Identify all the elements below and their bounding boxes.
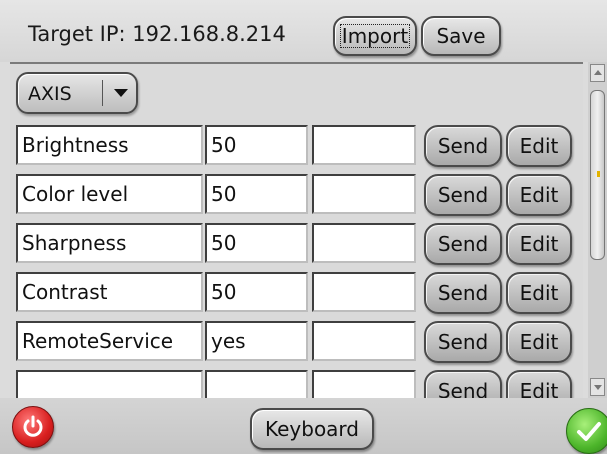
- keyboard-button-label: Keyboard: [264, 417, 359, 441]
- row-extra-field[interactable]: [312, 223, 416, 263]
- send-button[interactable]: Send: [424, 223, 502, 265]
- edit-button[interactable]: Edit: [506, 370, 572, 400]
- device-type-dropdown[interactable]: AXIS: [16, 72, 138, 114]
- row-value-field[interactable]: 50: [205, 174, 308, 214]
- table-row: Send Edit: [16, 370, 576, 400]
- row-extra-field[interactable]: [312, 321, 416, 361]
- import-button[interactable]: Import: [333, 16, 417, 56]
- send-button[interactable]: Send: [424, 174, 502, 216]
- edit-button[interactable]: Edit: [506, 174, 572, 216]
- row-extra-field[interactable]: [312, 125, 416, 165]
- save-button[interactable]: Save: [421, 16, 501, 56]
- keyboard-button[interactable]: Keyboard: [250, 408, 374, 450]
- row-value-field[interactable]: 50: [205, 272, 308, 312]
- power-icon: [23, 415, 43, 437]
- send-button[interactable]: Send: [424, 321, 502, 363]
- edit-button[interactable]: Edit: [506, 125, 572, 167]
- chevron-down-icon: [114, 89, 128, 97]
- confirm-button[interactable]: [566, 408, 607, 454]
- scroll-thumb[interactable]: [590, 90, 605, 260]
- edit-button[interactable]: Edit: [506, 223, 572, 265]
- top-toolbar: Target IP: 192.168.8.214 Import Save: [0, 0, 607, 62]
- import-button-label: Import: [340, 24, 410, 48]
- arrow-up-icon: [594, 70, 602, 75]
- bottom-toolbar: Keyboard: [0, 398, 607, 454]
- row-value-field[interactable]: 50: [205, 125, 308, 165]
- row-value-field[interactable]: 50: [205, 223, 308, 263]
- scroll-down-button[interactable]: [590, 378, 605, 396]
- row-extra-field[interactable]: [312, 272, 416, 312]
- grip-icon: [597, 171, 600, 177]
- row-value-field[interactable]: [205, 370, 308, 400]
- send-button[interactable]: Send: [424, 125, 502, 167]
- table-row: Color level 50 Send Edit: [16, 174, 576, 218]
- device-type-value: AXIS: [28, 83, 72, 105]
- table-row: Sharpness 50 Send Edit: [16, 223, 576, 267]
- dropdown-divider: [102, 80, 103, 106]
- edit-button[interactable]: Edit: [506, 321, 572, 363]
- table-row: Contrast 50 Send Edit: [16, 272, 576, 316]
- row-name-field[interactable]: Contrast: [16, 272, 203, 312]
- arrow-down-icon: [594, 385, 602, 390]
- row-name-field[interactable]: Color level: [16, 174, 203, 214]
- settings-panel: AXIS Brightness 50 Send Edit Color level…: [10, 62, 583, 400]
- scroll-up-button[interactable]: [590, 64, 605, 82]
- send-button[interactable]: Send: [424, 370, 502, 400]
- row-name-field[interactable]: Brightness: [16, 125, 203, 165]
- power-button[interactable]: [12, 406, 54, 448]
- edit-button[interactable]: Edit: [506, 272, 572, 314]
- save-button-label: Save: [436, 24, 486, 48]
- row-name-field[interactable]: RemoteService: [16, 321, 203, 361]
- row-name-field[interactable]: [16, 370, 203, 400]
- row-extra-field[interactable]: [312, 370, 416, 400]
- table-row: RemoteService yes Send Edit: [16, 321, 576, 365]
- row-value-field[interactable]: yes: [205, 321, 308, 361]
- table-row: Brightness 50 Send Edit: [16, 125, 576, 169]
- target-ip-label: Target IP: 192.168.8.214: [28, 22, 286, 46]
- checkmark-icon: [577, 422, 601, 441]
- row-name-field[interactable]: Sharpness: [16, 223, 203, 263]
- row-extra-field[interactable]: [312, 174, 416, 214]
- vertical-scrollbar[interactable]: [588, 62, 607, 398]
- send-button[interactable]: Send: [424, 272, 502, 314]
